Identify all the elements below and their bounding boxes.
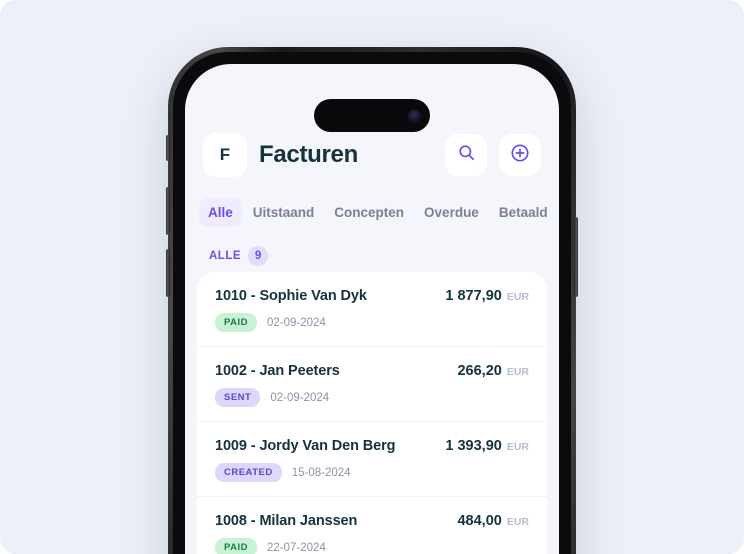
invoice-amount-group: 266,20 EUR — [457, 363, 529, 379]
invoice-row-meta: CREATED 15-08-2024 — [215, 463, 529, 482]
invoice-list: 1010 - Sophie Van Dyk 1 877,90 EUR PAID … — [197, 272, 547, 554]
invoice-currency: EUR — [506, 291, 529, 303]
invoice-row-header: 1010 - Sophie Van Dyk 1 877,90 EUR — [215, 288, 529, 304]
table-row[interactable]: 1010 - Sophie Van Dyk 1 877,90 EUR PAID … — [197, 272, 547, 347]
invoice-amount-group: 1 877,90 EUR — [445, 288, 529, 304]
page-title: Facturen — [259, 141, 358, 168]
invoice-date: 02-09-2024 — [270, 391, 330, 404]
invoice-title: 1010 - Sophie Van Dyk — [215, 288, 367, 304]
tab-alle[interactable]: Alle — [199, 197, 242, 227]
filter-summary-label: ALLE — [209, 250, 242, 262]
invoice-amount: 484,00 — [457, 513, 502, 529]
add-invoice-button[interactable] — [499, 134, 541, 176]
invoice-title: 1009 - Jordy Van Den Berg — [215, 438, 396, 454]
app-logo-letter: F — [219, 145, 231, 164]
invoice-currency: EUR — [506, 441, 529, 453]
dynamic-island — [314, 99, 430, 132]
mute-switch-button[interactable] — [166, 135, 170, 161]
table-row[interactable]: 1009 - Jordy Van Den Berg 1 393,90 EUR C… — [197, 422, 547, 497]
screenshot-canvas: F Facturen Alle Uitstaand Concepten Over… — [0, 0, 744, 554]
invoice-amount-group: 1 393,90 EUR — [445, 438, 529, 454]
table-row[interactable]: 1002 - Jan Peeters 266,20 EUR SENT 02-09… — [197, 347, 547, 422]
power-button[interactable] — [574, 217, 578, 297]
app-logo-tile[interactable]: F — [203, 133, 247, 177]
invoice-title: 1002 - Jan Peeters — [215, 363, 340, 379]
plus-circle-icon — [510, 143, 530, 168]
filter-tab-bar: Alle Uitstaand Concepten Overdue Betaald — [185, 192, 559, 232]
app-header: F Facturen — [185, 124, 559, 186]
invoice-amount: 1 877,90 — [445, 288, 502, 304]
invoice-row-header: 1002 - Jan Peeters 266,20 EUR — [215, 363, 529, 379]
status-badge: PAID — [215, 538, 257, 554]
search-icon — [457, 143, 476, 167]
phone-bezel: F Facturen Alle Uitstaand Concepten Over… — [173, 52, 571, 554]
invoice-currency: EUR — [506, 366, 529, 378]
search-button[interactable] — [445, 134, 487, 176]
filter-summary: ALLE 9 — [185, 241, 559, 271]
volume-down-button[interactable] — [166, 249, 170, 297]
invoice-amount: 1 393,90 — [445, 438, 502, 454]
status-badge: CREATED — [215, 463, 282, 482]
invoice-date: 22-07-2024 — [267, 541, 326, 554]
invoice-currency: EUR — [506, 516, 529, 528]
volume-up-button[interactable] — [166, 187, 170, 235]
invoice-amount-group: 484,00 EUR — [457, 513, 529, 529]
invoice-row-meta: PAID 02-09-2024 — [215, 313, 529, 332]
invoice-amount: 266,20 — [457, 363, 502, 379]
status-badge: SENT — [215, 388, 261, 407]
invoice-date: 15-08-2024 — [291, 466, 351, 479]
filter-count-badge: 9 — [248, 246, 269, 266]
invoice-row-meta: PAID 22-07-2024 — [215, 538, 529, 554]
table-row[interactable]: 1008 - Milan Janssen 484,00 EUR PAID 22-… — [197, 497, 547, 554]
phone-screen: F Facturen Alle Uitstaand Concepten Over… — [185, 64, 559, 554]
tab-concepten[interactable]: Concepten — [325, 198, 413, 227]
invoice-row-header: 1008 - Milan Janssen 484,00 EUR — [215, 513, 529, 529]
invoice-row-meta: SENT 02-09-2024 — [215, 388, 529, 407]
tab-uitstaand[interactable]: Uitstaand — [244, 198, 324, 227]
phone-device-frame: F Facturen Alle Uitstaand Concepten Over… — [166, 47, 578, 554]
status-badge: PAID — [215, 313, 257, 332]
invoice-date: 02-09-2024 — [267, 316, 326, 329]
tab-betaald[interactable]: Betaald — [490, 198, 557, 227]
invoice-row-header: 1009 - Jordy Van Den Berg 1 393,90 EUR — [215, 438, 529, 454]
tab-overdue[interactable]: Overdue — [415, 198, 488, 227]
front-camera-icon — [408, 109, 421, 122]
invoice-title: 1008 - Milan Janssen — [215, 513, 358, 529]
